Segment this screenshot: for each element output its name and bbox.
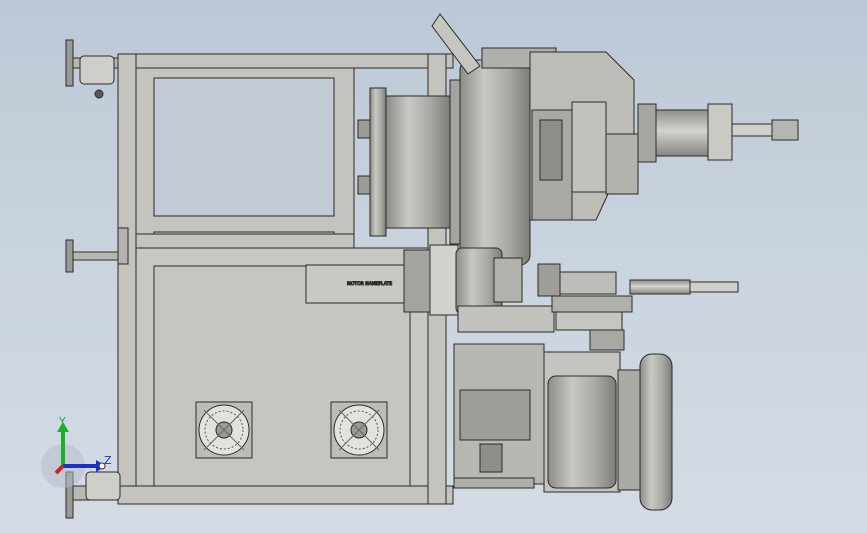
head-housing bbox=[529, 51, 639, 221]
axis-z-label: Z bbox=[104, 454, 112, 467]
leveling-foot-icon bbox=[65, 39, 119, 99]
cooling-fan-icon bbox=[330, 401, 388, 459]
cad-viewport[interactable]: MOTOR NAMEPLATE Y Z bbox=[0, 0, 867, 533]
upper-actuator bbox=[637, 103, 799, 163]
main-spindle-drum bbox=[357, 47, 557, 266]
motor-nameplate: MOTOR NAMEPLATE bbox=[347, 281, 392, 287]
lower-chuck-assembly bbox=[453, 343, 673, 511]
assembly-drawing: MOTOR NAMEPLATE Y Z bbox=[41, 13, 799, 519]
axis-y-label: Y bbox=[58, 415, 66, 428]
cooling-fan-icon bbox=[195, 401, 253, 459]
leveling-foot-icon bbox=[65, 239, 119, 273]
